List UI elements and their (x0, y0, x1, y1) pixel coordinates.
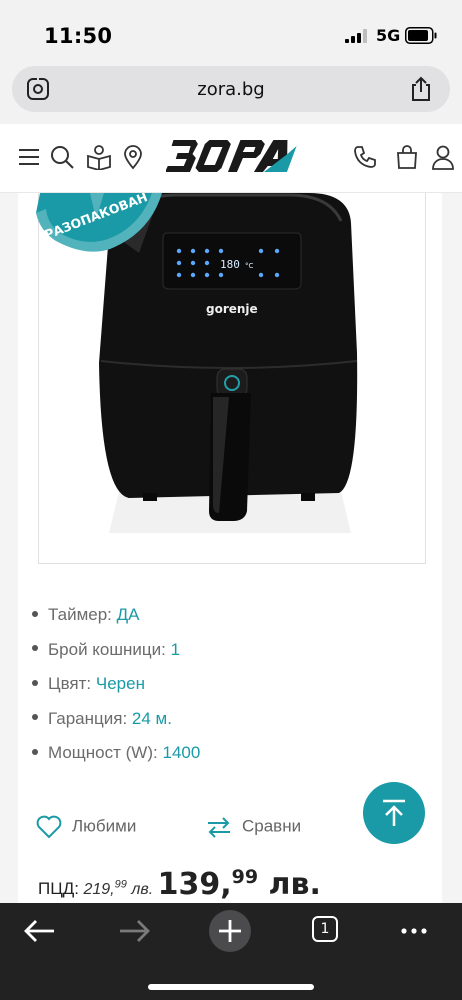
more-menu-icon[interactable] (393, 910, 435, 952)
forward-arrow-icon[interactable] (114, 910, 156, 952)
heart-icon (36, 815, 62, 839)
arrow-up-icon (383, 799, 405, 826)
network-type: 5G (376, 26, 401, 45)
cart-icon[interactable] (394, 144, 420, 170)
unpacked-badge: РАЗОПАКОВАН (36, 193, 162, 252)
menu-icon[interactable] (16, 144, 42, 170)
pcd-label: ПЦД: (38, 879, 80, 898)
signal-icon (345, 29, 367, 43)
search-icon[interactable] (49, 144, 75, 170)
share-icon[interactable] (410, 76, 432, 102)
account-icon[interactable] (430, 144, 456, 170)
tab-switcher-button[interactable]: 1 (312, 916, 338, 942)
device-brand: gorenje (206, 302, 258, 316)
feature-item-power: Мощност (W): 1400 (32, 743, 200, 778)
plus-icon (219, 920, 241, 942)
zora-logo[interactable] (166, 136, 306, 176)
compare-arrows-icon (208, 817, 230, 838)
favorites-button[interactable]: Любими (36, 815, 136, 839)
new-tab-button[interactable] (209, 910, 251, 952)
current-price: 139,99 лв. (157, 866, 321, 902)
display-reading: 180 (220, 258, 240, 271)
compare-button[interactable]: Сравни (206, 815, 301, 839)
battery-icon (405, 27, 437, 44)
price-block: ПЦД: 219,99 лв. 139,99 лв. (38, 866, 321, 902)
feature-item-warranty: Гаранция: 24 м. (32, 709, 200, 744)
phone-icon[interactable] (352, 144, 378, 170)
old-price: 219,99 лв. (83, 878, 154, 898)
feature-item-timer: Таймер: ДА (32, 605, 200, 640)
svg-text:°C: °C (245, 262, 254, 270)
catalog-icon[interactable] (86, 144, 112, 170)
back-arrow-icon[interactable] (18, 910, 60, 952)
location-pin-icon[interactable] (120, 144, 146, 170)
address-bar[interactable]: zora.bg (12, 66, 450, 112)
feature-item-baskets: Брой кошници: 1 (32, 640, 200, 675)
url-text[interactable]: zora.bg (12, 79, 450, 100)
home-indicator (148, 984, 314, 990)
feature-item-color: Цвят: Черен (32, 674, 200, 709)
status-time: 11:50 (44, 24, 113, 48)
feature-list: Таймер: ДА Брой кошници: 1 Цвят: Черен Г… (32, 605, 200, 778)
status-bar: 11:50 5G (0, 0, 462, 62)
scroll-to-top-button[interactable] (363, 782, 425, 844)
